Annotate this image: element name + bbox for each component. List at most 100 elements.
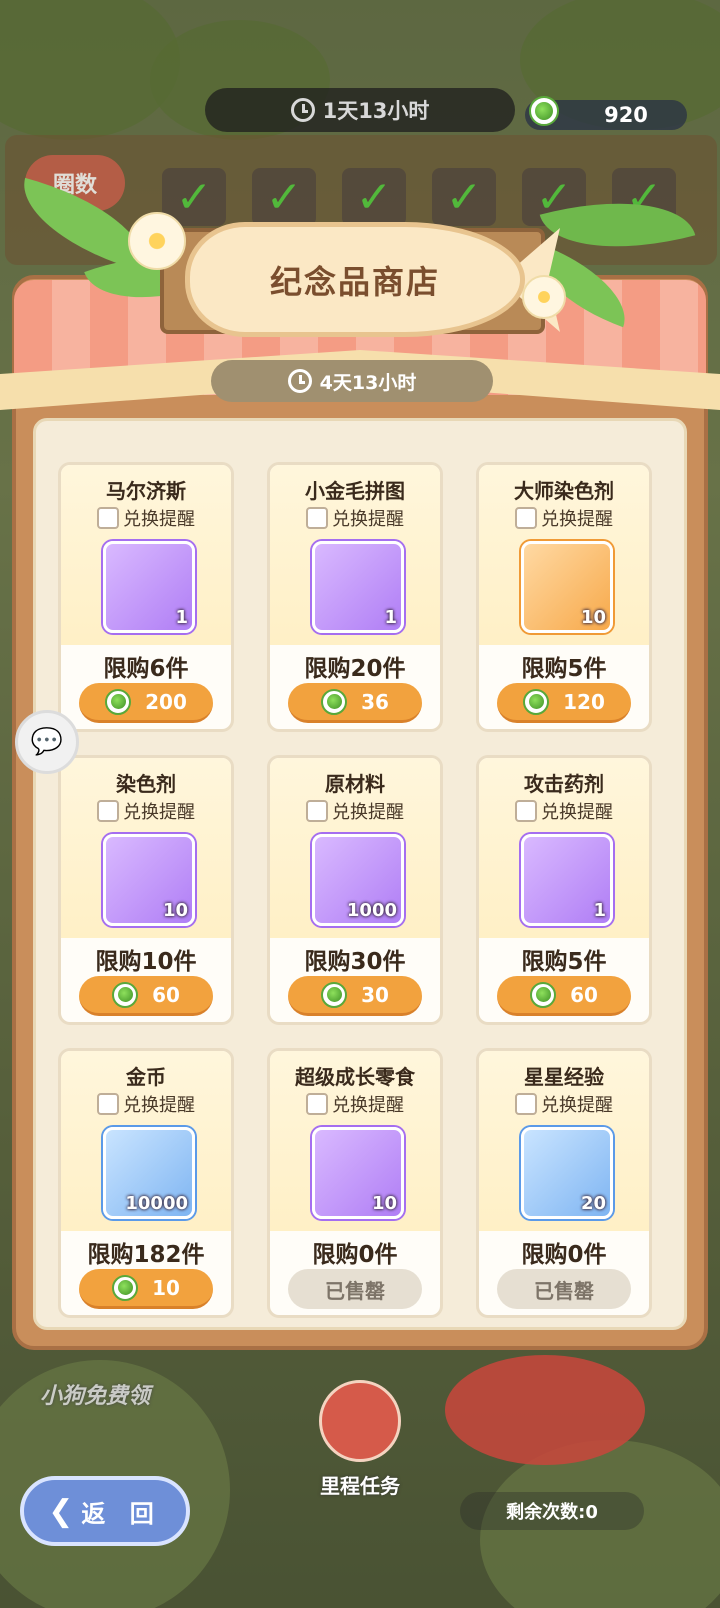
shop-item-card[interactable]: 大师染色剂 兑换提醒 10 限购5件 120 <box>476 462 652 732</box>
purchase-limit: 限购0件 <box>312 1242 398 1268</box>
clover-coin-icon <box>529 96 559 126</box>
item-name: 攻击药剂 <box>524 772 604 796</box>
exchange-reminder-toggle[interactable]: 兑换提醒 <box>270 798 440 824</box>
item-name: 染色剂 <box>116 772 176 796</box>
reminder-label: 兑换提醒 <box>123 1095 195 1116</box>
item-name: 金币 <box>126 1065 166 1089</box>
reminder-checkbox[interactable] <box>306 1093 328 1115</box>
clover-coin-icon <box>321 688 348 715</box>
shop-item-card[interactable]: 超级成长零食 兑换提醒 10 限购0件 已售罄 <box>267 1048 443 1318</box>
shop-item-card[interactable]: 攻击药剂 兑换提醒 1 限购5件 60 <box>476 755 652 1025</box>
exchange-reminder-toggle[interactable]: 兑换提醒 <box>270 505 440 531</box>
shop-item-card[interactable]: 染色剂 兑换提醒 10 限购10件 60 <box>58 755 234 1025</box>
exchange-reminder-toggle[interactable]: 兑换提醒 <box>479 798 649 824</box>
shop-timer: 4天13小时 <box>211 360 493 402</box>
roll-button[interactable] <box>445 1355 645 1465</box>
reminder-checkbox[interactable] <box>97 507 119 529</box>
reminder-label: 兑换提醒 <box>541 509 613 530</box>
purchase-limit: 限购30件 <box>304 949 406 975</box>
cheese-icon[interactable]: 10 <box>312 1127 404 1219</box>
exchange-reminder-toggle[interactable]: 兑换提醒 <box>479 1091 649 1117</box>
price-value: 120 <box>563 689 605 714</box>
item-quantity: 10 <box>580 607 606 628</box>
remaining-count: 剩余次数:0 <box>460 1492 644 1530</box>
sold-out-button: 已售罄 <box>497 1269 631 1309</box>
buy-button[interactable]: 10 <box>79 1269 213 1309</box>
reminder-label: 兑换提醒 <box>332 509 404 530</box>
exchange-reminder-toggle[interactable]: 兑换提醒 <box>270 1091 440 1117</box>
item-quantity: 10000 <box>125 1193 188 1214</box>
purchase-limit: 限购5件 <box>521 656 607 682</box>
item-quantity: 1 <box>384 607 397 628</box>
buy-button[interactable]: 60 <box>497 976 631 1016</box>
potion-bottle-icon[interactable]: 1 <box>521 834 613 926</box>
shop-title: 纪念品商店 <box>185 222 525 337</box>
back-arrow-icon: ❮ <box>48 1493 74 1529</box>
item-quantity: 20 <box>580 1193 606 1214</box>
exchange-reminder-toggle[interactable]: 兑换提醒 <box>61 798 231 824</box>
reminder-checkbox[interactable] <box>306 507 328 529</box>
reminder-checkbox[interactable] <box>97 1093 119 1115</box>
purchase-limit: 限购182件 <box>87 1242 205 1268</box>
reminder-checkbox[interactable] <box>97 800 119 822</box>
shop-item-card[interactable]: 金币 兑换提醒 10000 限购182件 10 <box>58 1048 234 1318</box>
flower-icon <box>128 212 186 270</box>
mileage-task-label: 里程任务 <box>320 1474 400 1498</box>
lap-check-icon: ✓ <box>432 168 496 226</box>
chat-button[interactable]: 💬 <box>15 710 79 774</box>
buy-button[interactable]: 60 <box>79 976 213 1016</box>
event-timer: 1天13小时 <box>205 88 515 132</box>
exchange-reminder-toggle[interactable]: 兑换提醒 <box>479 505 649 531</box>
exchange-reminder-toggle[interactable]: 兑换提醒 <box>61 505 231 531</box>
reminder-label: 兑换提醒 <box>332 802 404 823</box>
purchase-limit: 限购20件 <box>304 656 406 682</box>
item-name: 马尔济斯 <box>106 479 186 503</box>
item-name: 原材料 <box>325 772 385 796</box>
buy-button[interactable]: 120 <box>497 683 631 723</box>
star-card-icon[interactable]: 20 <box>521 1127 613 1219</box>
metal-ingot-icon[interactable]: 1000 <box>312 834 404 926</box>
reminder-checkbox[interactable] <box>515 507 537 529</box>
shop-item-card[interactable]: 原材料 兑换提醒 1000 限购30件 30 <box>267 755 443 1025</box>
reminder-checkbox[interactable] <box>515 800 537 822</box>
buy-button[interactable]: 200 <box>79 683 213 723</box>
mileage-task-button[interactable]: 里程任务 <box>305 1380 415 1499</box>
back-button[interactable]: ❮ 返 回 <box>20 1476 190 1546</box>
rainbow-dye-tube-icon[interactable]: 10 <box>521 541 613 633</box>
price-value: 10 <box>152 1275 180 1300</box>
clock-icon <box>290 98 315 122</box>
clover-coin-icon <box>321 981 348 1008</box>
price-value: 30 <box>361 982 389 1007</box>
dye-tube-icon[interactable]: 10 <box>103 834 195 926</box>
shop-title-text: 纪念品商店 <box>269 262 440 301</box>
clover-coin-icon <box>112 981 139 1008</box>
item-quantity: 10 <box>371 1193 397 1214</box>
item-quantity: 1 <box>175 607 188 628</box>
shop-item-card[interactable]: 小金毛拼图 兑换提醒 1 限购20件 36 <box>267 462 443 732</box>
item-quantity: 1 <box>593 900 606 921</box>
item-name: 超级成长零食 <box>295 1065 415 1089</box>
reminder-label: 兑换提醒 <box>541 1095 613 1116</box>
reminder-label: 兑换提醒 <box>123 802 195 823</box>
back-label: 返 回 <box>81 1499 162 1528</box>
free-puppy-label: 小狗免费领 <box>40 1384 151 1409</box>
reminder-checkbox[interactable] <box>306 800 328 822</box>
buy-button[interactable]: 36 <box>288 683 422 723</box>
item-quantity: 10 <box>162 900 188 921</box>
shop-timer-text: 4天13小时 <box>319 371 417 394</box>
buy-button[interactable]: 30 <box>288 976 422 1016</box>
clover-coin-icon <box>105 688 132 715</box>
clover-coin-icon <box>112 1274 139 1301</box>
price-value: 200 <box>145 689 187 714</box>
event-timer-text: 1天13小时 <box>322 99 430 123</box>
golden-puppy-puzzle-icon[interactable]: 1 <box>312 541 404 633</box>
maltese-puppy-icon[interactable]: 1 <box>103 541 195 633</box>
item-name: 大师染色剂 <box>514 479 614 503</box>
exchange-reminder-toggle[interactable]: 兑换提醒 <box>61 1091 231 1117</box>
shop-item-card[interactable]: 星星经验 兑换提醒 20 限购0件 已售罄 <box>476 1048 652 1318</box>
price-value: 36 <box>361 689 389 714</box>
reminder-checkbox[interactable] <box>515 1093 537 1115</box>
reminder-label: 兑换提醒 <box>332 1095 404 1116</box>
shop-item-card[interactable]: 马尔济斯 兑换提醒 1 限购6件 200 <box>58 462 234 732</box>
gold-coin-icon[interactable]: 10000 <box>103 1127 195 1219</box>
